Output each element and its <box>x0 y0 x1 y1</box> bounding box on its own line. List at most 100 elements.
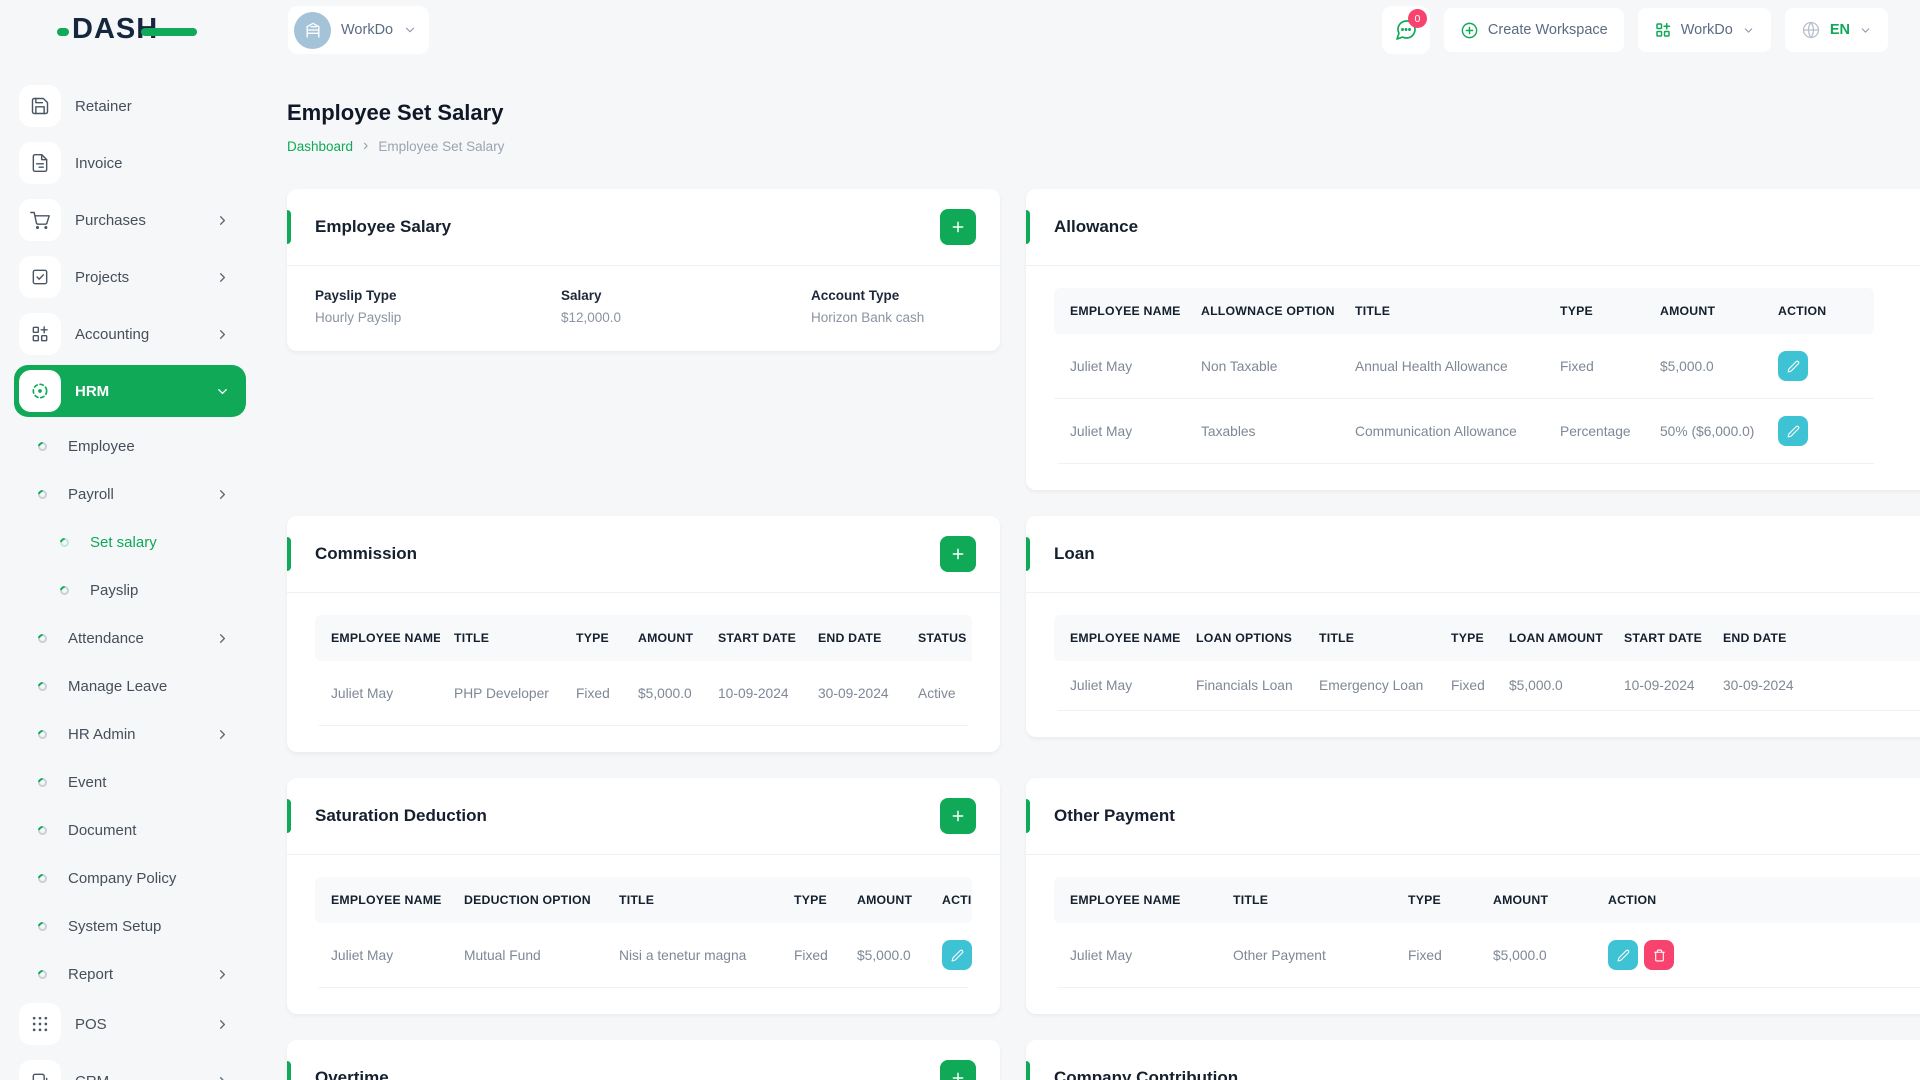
breadcrumb-current: Employee Set Salary <box>378 138 505 154</box>
column-header: ACTION <box>1594 877 1920 923</box>
sidebar-item-label: CRM <box>75 1073 109 1080</box>
sidebar-item-label: POS <box>75 1015 107 1033</box>
workdo-menu-button[interactable]: WorkDo <box>1637 8 1771 52</box>
column-header: ALLOWNACE OPTION <box>1187 288 1341 334</box>
sidebar-item-set-salary[interactable]: Set salary <box>14 518 246 566</box>
building-icon <box>306 22 319 38</box>
sidebar-item-employee[interactable]: Employee <box>14 422 246 470</box>
commission-card: Commission EMPLOYEE NAME TITLE TYPE AMOU… <box>287 516 1000 752</box>
column-header: TITLE <box>440 615 562 661</box>
other-payment-card: Other Payment EMPLOYEE NAME TITLE TYPE A… <box>1026 778 1920 1014</box>
table-row: Juliet May Other Payment Fixed $5,000.0 <box>1054 923 1920 988</box>
cards-grid: Employee Salary Payslip Type Hourly Pays… <box>287 189 1920 1080</box>
sidebar-item-purchases[interactable]: Purchases <box>14 194 246 246</box>
sidebar-item-hrm[interactable]: HRM <box>14 365 246 417</box>
sidebar-item-report[interactable]: Report <box>14 950 246 998</box>
column-header: END DATE <box>804 615 904 661</box>
table-header-row: EMPLOYEE NAME DEDUCTION OPTION TITLE TYP… <box>315 877 972 923</box>
saturation-deduction-card: Saturation Deduction EMPLOYEE NAME DEDUC… <box>287 778 1000 1014</box>
card-title: Commission <box>315 544 418 563</box>
card-title: Overtime <box>315 1068 389 1080</box>
cart-icon <box>19 199 61 241</box>
sidebar-item-label: HRM <box>75 382 110 400</box>
sidebar-item-hr-admin[interactable]: HR Admin <box>14 710 246 758</box>
sidebar-item-event[interactable]: Event <box>14 758 246 806</box>
edit-button[interactable] <box>1608 940 1638 970</box>
logo-dash-accent <box>57 28 69 36</box>
sidebar-item-company-policy[interactable]: Company Policy <box>14 854 246 902</box>
edit-button[interactable] <box>1778 416 1808 446</box>
sidebar-item-accounting[interactable]: Accounting <box>14 308 246 360</box>
add-employee-salary-button[interactable] <box>940 209 976 245</box>
breadcrumb: Dashboard › Employee Set Salary <box>287 138 1904 154</box>
card-header: Allowance <box>1026 189 1920 266</box>
table-row: Juliet May Taxables Communication Allowa… <box>1054 399 1874 464</box>
edit-button[interactable] <box>1778 351 1808 381</box>
sidebar-item-attendance[interactable]: Attendance <box>14 614 246 662</box>
sidebar-item-invoice[interactable]: Invoice <box>14 137 246 189</box>
sidebar-item-retainer[interactable]: Retainer <box>14 80 246 132</box>
sidebar-item-projects[interactable]: Projects <box>14 251 246 303</box>
plus-icon <box>952 1072 964 1080</box>
table-header-row: EMPLOYEE NAME TITLE TYPE AMOUNT ACTION <box>1054 877 1920 923</box>
sidebar-item-payslip[interactable]: Payslip <box>14 566 246 614</box>
edit-button[interactable] <box>942 940 972 970</box>
column-header: TYPE <box>1394 877 1479 923</box>
sidebar-item-label: Accounting <box>75 325 150 343</box>
sidebar-item-crm[interactable]: CRM <box>14 1055 246 1080</box>
table-row: Juliet May Financials Loan Emergency Loa… <box>1054 661 1920 711</box>
sidebar-item-document[interactable]: Document <box>14 806 246 854</box>
column-header: EMPLOYEE NAME <box>1054 288 1187 334</box>
plus-icon <box>952 810 964 822</box>
table-header-row: EMPLOYEE NAME ALLOWNACE OPTION TITLE TYP… <box>1054 288 1874 334</box>
bullet-icon <box>36 823 49 837</box>
chevron-down-icon <box>403 23 417 37</box>
sidebar-item-manage-leave[interactable]: Manage Leave <box>14 662 246 710</box>
language-selector[interactable]: EN <box>1784 8 1888 52</box>
sidebar-item-system-setup[interactable]: System Setup <box>14 902 246 950</box>
column-header: AMOUNT <box>624 615 704 661</box>
chevron-right-icon <box>215 727 230 742</box>
chevron-right-icon <box>215 631 230 646</box>
add-commission-button[interactable] <box>940 536 976 572</box>
bullet-icon <box>36 631 49 645</box>
bullet-icon <box>36 919 49 933</box>
column-header: EMPLOYEE NAME <box>1054 877 1219 923</box>
app-logo: DASH <box>0 0 258 60</box>
messages-badge: 0 <box>1407 9 1427 28</box>
column-header: END DATE <box>1709 615 1920 661</box>
card-header: Other Payment <box>1026 778 1920 855</box>
create-workspace-button[interactable]: Create Workspace <box>1443 8 1624 52</box>
main-content: Employee Set Salary Dashboard › Employee… <box>258 60 1920 1080</box>
breadcrumb-dashboard-link[interactable]: Dashboard <box>287 139 353 154</box>
bullet-icon <box>36 487 49 501</box>
sidebar-item-pos[interactable]: POS <box>14 998 246 1050</box>
card-title: Company Contribution <box>1054 1068 1239 1080</box>
delete-button[interactable] <box>1644 940 1674 970</box>
commission-table: EMPLOYEE NAME TITLE TYPE AMOUNT START DA… <box>315 615 972 726</box>
workspace-switcher[interactable]: WorkDo <box>288 6 430 54</box>
card-title: Other Payment <box>1054 806 1175 825</box>
column-header: TYPE <box>562 615 624 661</box>
column-header: EMPLOYEE NAME <box>1054 615 1182 661</box>
column-header: ACTION <box>928 877 972 923</box>
column-header: ACTION <box>1764 288 1874 334</box>
loan-table: EMPLOYEE NAME LOAN OPTIONS TITLE TYPE LO… <box>1054 615 1920 711</box>
company-contribution-card: Company Contribution <box>1026 1040 1920 1080</box>
pencil-icon <box>1617 949 1629 961</box>
table-row: Juliet May Non Taxable Annual Health All… <box>1054 334 1874 399</box>
floppy-icon <box>19 85 61 127</box>
column-header: LOAN OPTIONS <box>1182 615 1305 661</box>
bullet-icon <box>58 535 71 549</box>
messages-button[interactable]: 0 <box>1381 6 1430 54</box>
add-overtime-button[interactable] <box>940 1060 976 1080</box>
pencil-icon <box>951 949 963 961</box>
chevron-right-icon <box>215 1017 230 1032</box>
add-saturation-deduction-button[interactable] <box>940 798 976 834</box>
bullet-icon <box>36 679 49 693</box>
sidebar-item-payroll[interactable]: Payroll <box>14 470 246 518</box>
column-header: TITLE <box>1341 288 1546 334</box>
salary-fields: Payslip Type Hourly Payslip Salary $12,0… <box>315 288 972 325</box>
card-title: Saturation Deduction <box>315 806 487 825</box>
card-header: Commission <box>287 516 1000 593</box>
